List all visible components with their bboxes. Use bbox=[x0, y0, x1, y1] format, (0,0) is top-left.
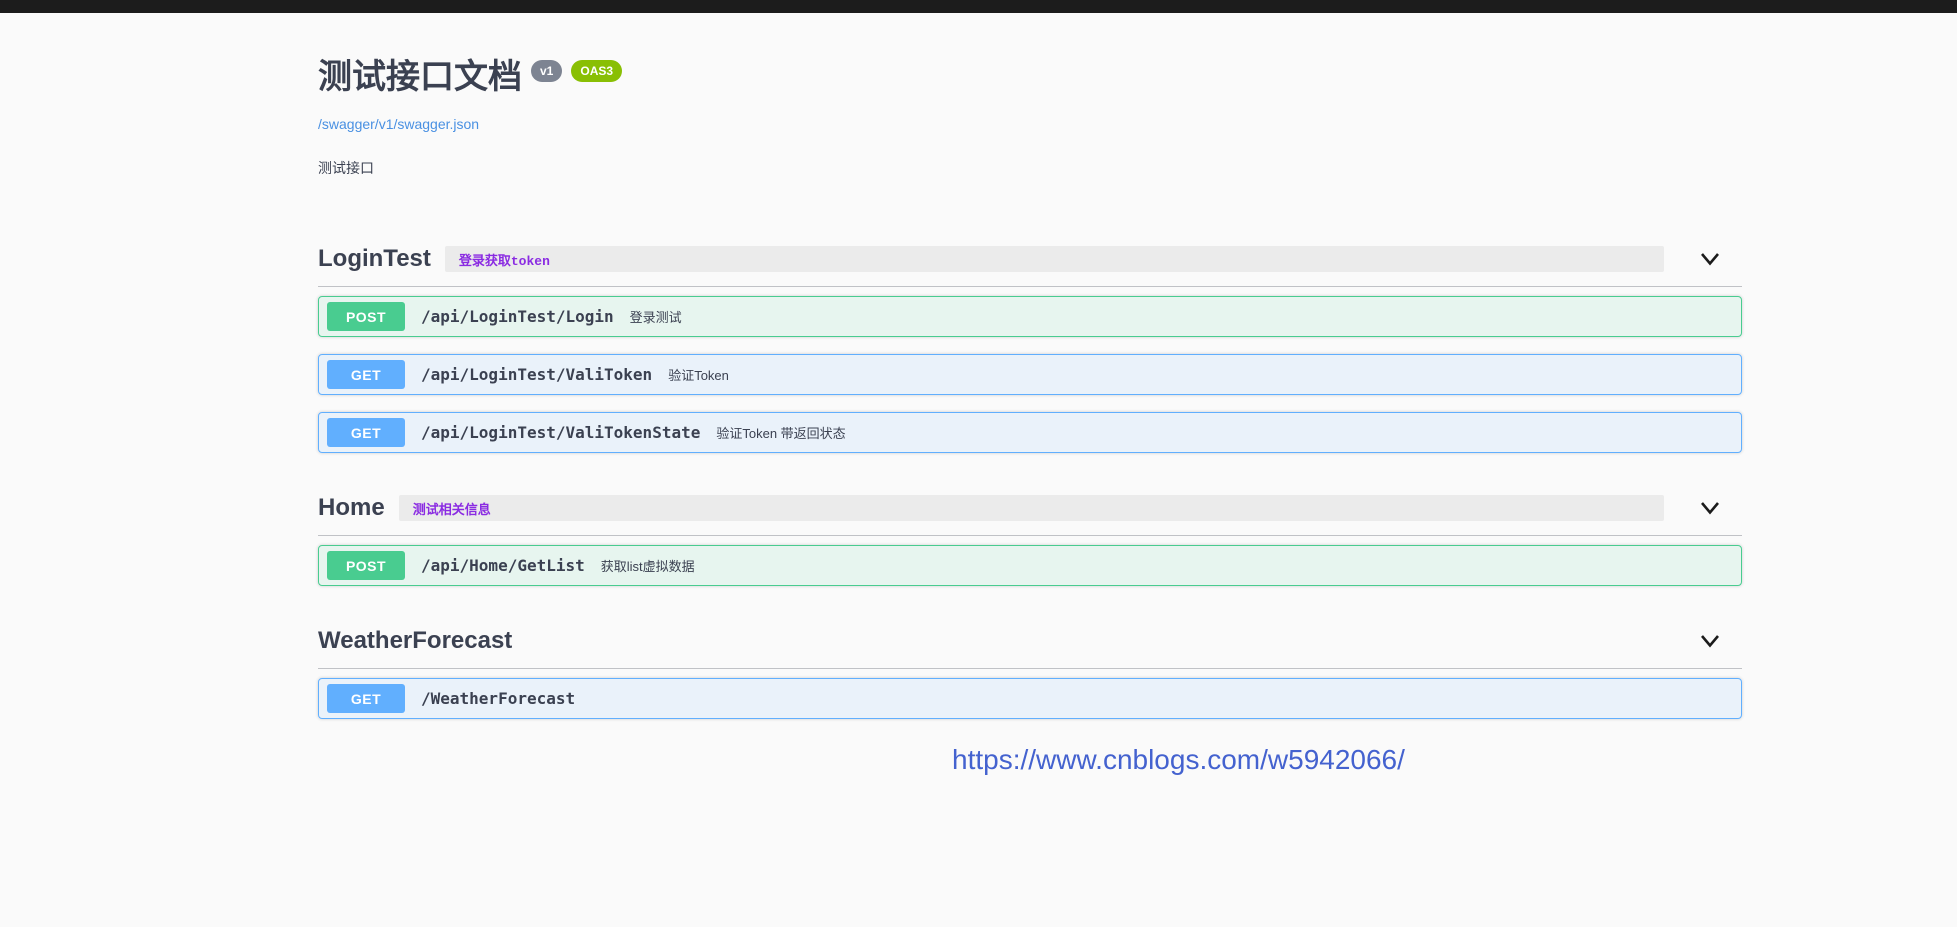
operation-summary: 获取list虚拟数据 bbox=[601, 556, 695, 575]
oas3-badge: OAS3 bbox=[571, 60, 622, 82]
section-header-logintest[interactable]: LoginTest 登录获取token bbox=[318, 244, 1742, 287]
expand-button[interactable] bbox=[1678, 626, 1742, 656]
operation-path: /api/LoginTest/Login bbox=[421, 307, 614, 326]
method-badge: POST bbox=[327, 551, 405, 580]
cnblogs-link[interactable]: https://www.cnblogs.com/w5942066/ bbox=[952, 744, 1405, 775]
section-title[interactable]: Home bbox=[318, 493, 385, 523]
operation-summary: 验证Token 带返回状态 bbox=[716, 423, 845, 442]
main-content: 测试接口文档 v1 OAS3 /swagger/v1/swagger.json … bbox=[318, 13, 1742, 776]
version-badge: v1 bbox=[531, 60, 562, 82]
api-description: 测试接口 bbox=[318, 158, 1742, 178]
operation-row[interactable]: GET /api/LoginTest/ValiToken 验证Token bbox=[318, 354, 1742, 395]
operation-row[interactable]: GET /WeatherForecast bbox=[318, 678, 1742, 719]
footer: https://www.cnblogs.com/w5942066/ bbox=[318, 744, 1742, 776]
page-title: 测试接口文档 v1 OAS3 bbox=[318, 59, 1742, 96]
section-logintest: LoginTest 登录获取token POST /api/LoginTest/… bbox=[318, 244, 1742, 453]
spec-link[interactable]: /swagger/v1/swagger.json bbox=[318, 116, 479, 132]
section-description: 测试相关信息 bbox=[399, 495, 1664, 521]
section-header-home[interactable]: Home 测试相关信息 bbox=[318, 493, 1742, 536]
chevron-down-icon bbox=[1700, 501, 1720, 515]
section-title[interactable]: LoginTest bbox=[318, 244, 431, 274]
operation-path: /api/LoginTest/ValiToken bbox=[421, 365, 652, 384]
api-info: 测试接口文档 v1 OAS3 /swagger/v1/swagger.json … bbox=[318, 13, 1742, 178]
expand-button[interactable] bbox=[1678, 493, 1742, 523]
section-home: Home 测试相关信息 POST /api/Home/GetList 获取lis… bbox=[318, 493, 1742, 586]
section-description bbox=[526, 628, 1664, 654]
operation-path: /api/Home/GetList bbox=[421, 556, 585, 575]
expand-button[interactable] bbox=[1678, 244, 1742, 274]
topbar bbox=[0, 0, 1957, 13]
section-description: 登录获取token bbox=[445, 246, 1664, 272]
method-badge: GET bbox=[327, 418, 405, 447]
operation-summary: 验证Token bbox=[668, 365, 729, 384]
operation-path: /WeatherForecast bbox=[421, 689, 575, 708]
operation-row[interactable]: POST /api/LoginTest/Login 登录测试 bbox=[318, 296, 1742, 337]
chevron-down-icon bbox=[1700, 634, 1720, 648]
chevron-down-icon bbox=[1700, 252, 1720, 266]
operation-row[interactable]: POST /api/Home/GetList 获取list虚拟数据 bbox=[318, 545, 1742, 586]
operation-summary: 登录测试 bbox=[630, 307, 682, 326]
operation-row[interactable]: GET /api/LoginTest/ValiTokenState 验证Toke… bbox=[318, 412, 1742, 453]
method-badge: POST bbox=[327, 302, 405, 331]
method-badge: GET bbox=[327, 684, 405, 713]
section-weatherforecast: WeatherForecast GET /WeatherForecast bbox=[318, 626, 1742, 719]
method-badge: GET bbox=[327, 360, 405, 389]
api-title-text: 测试接口文档 bbox=[318, 59, 522, 96]
section-header-weatherforecast[interactable]: WeatherForecast bbox=[318, 626, 1742, 669]
operation-path: /api/LoginTest/ValiTokenState bbox=[421, 423, 700, 442]
section-title[interactable]: WeatherForecast bbox=[318, 626, 512, 656]
